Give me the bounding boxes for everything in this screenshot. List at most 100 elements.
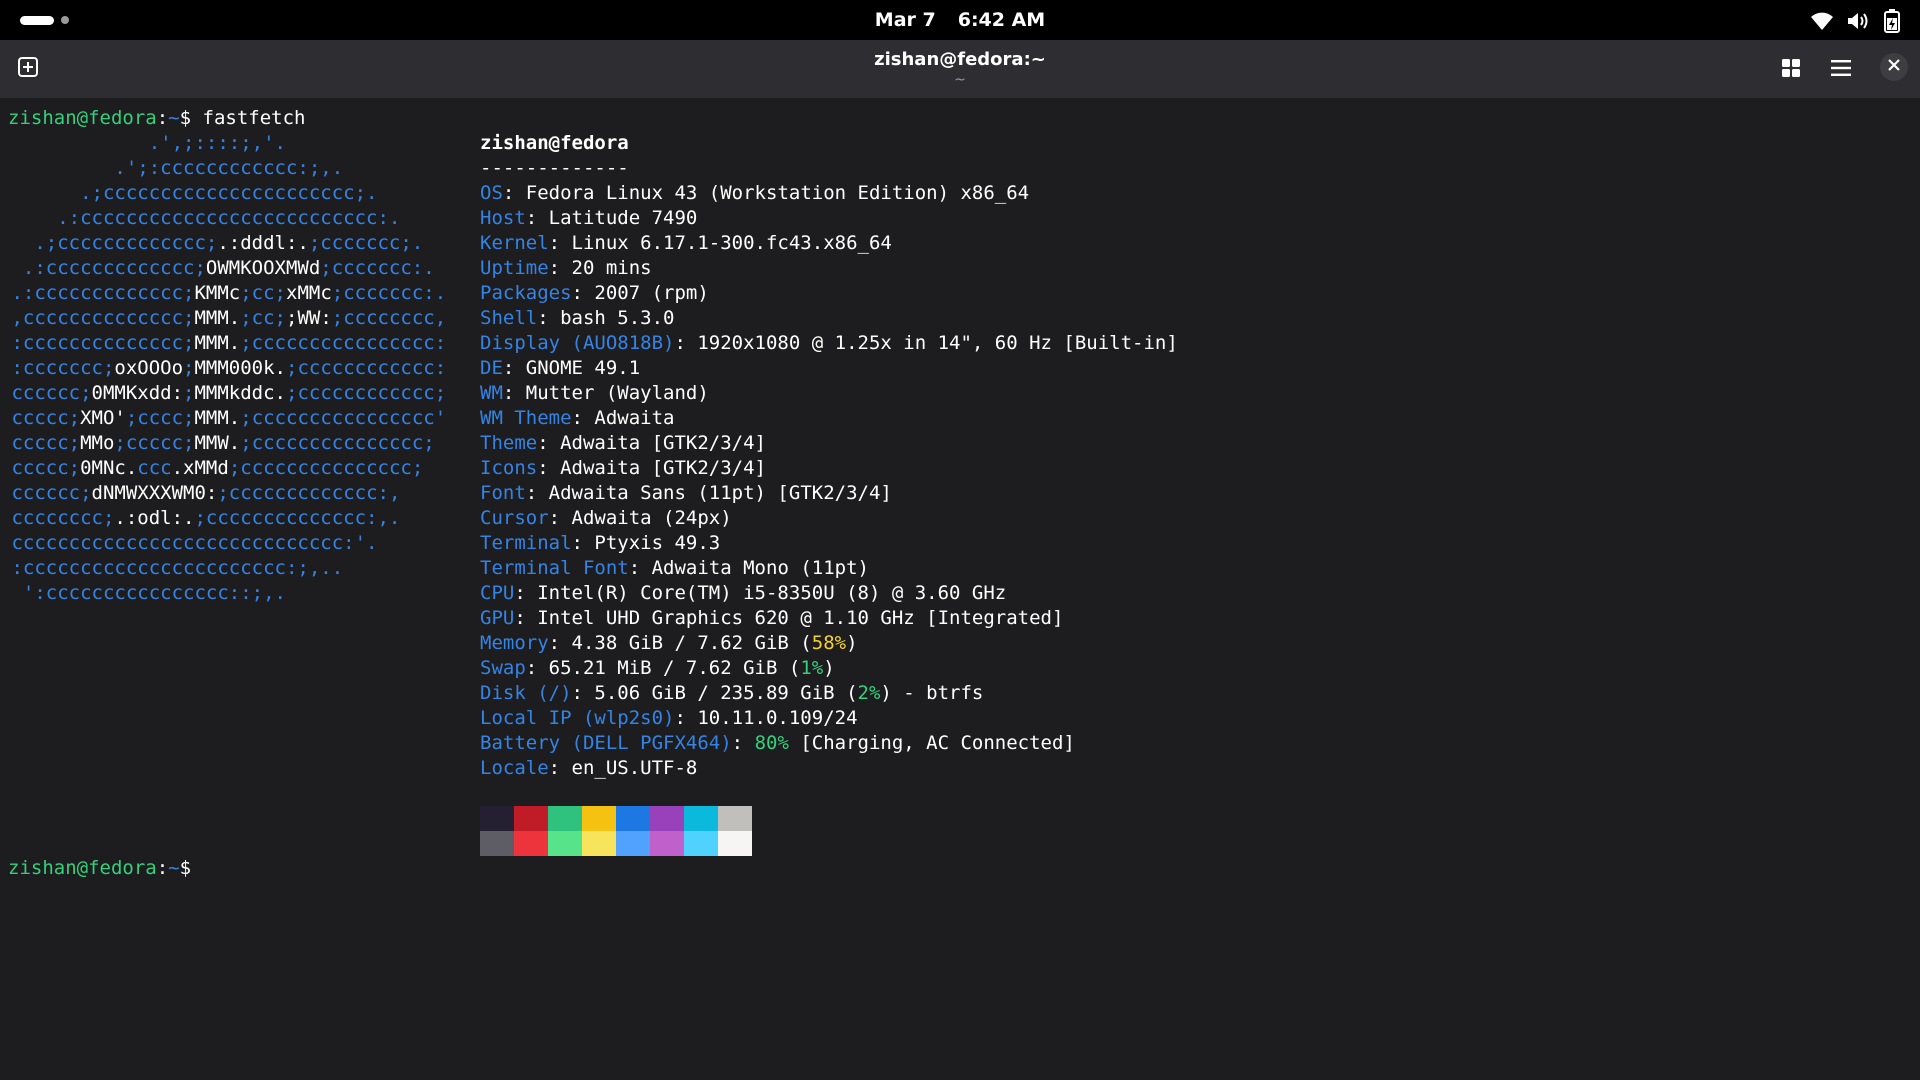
color-swatch <box>582 806 616 831</box>
logo-segment: :ccccccccccccccccccccccc:;,.. <box>0 557 344 579</box>
close-window-button[interactable] <box>1880 53 1908 81</box>
top-bar: Mar 7 6:42 AM <box>0 0 1920 40</box>
info-value: 20 mins <box>571 257 652 279</box>
logo-segment: ;ccccccc;. <box>308 232 424 254</box>
color-swatch <box>480 831 514 856</box>
info-key: Memory <box>480 632 549 654</box>
prompt-char: $ <box>179 857 192 879</box>
info-key: WM Theme <box>480 407 572 429</box>
info-line: Font: Adwaita Sans (11pt) [GTK2/3/4] <box>480 481 892 506</box>
logo-segment: ccccc; <box>0 457 81 479</box>
info-line: WM Theme: Adwaita <box>480 406 674 431</box>
logo-segment: ccccc; <box>0 432 81 454</box>
logo-segment: ;ccccccccccccccc; <box>228 457 424 479</box>
logo-line: .;cccccccccccccccccccccc;. <box>0 181 377 206</box>
info-key: Battery (DELL PGFX464) <box>480 732 732 754</box>
volume-icon <box>1846 10 1870 32</box>
tab-overview-button[interactable] <box>1774 53 1808 87</box>
color-swatch <box>718 831 752 856</box>
info-colon: : <box>628 557 652 579</box>
logo-segment: ;cc; <box>240 307 286 329</box>
info-line: GPU: Intel UHD Graphics 620 @ 1.10 GHz [… <box>480 606 1063 631</box>
info-value: 4.38 GiB / 7.62 GiB ( <box>571 632 812 654</box>
color-swatch <box>582 831 616 856</box>
terminal-view[interactable]: zishan@fedora:~$ fastfetch .',;::::;,'. … <box>0 98 1920 1080</box>
logo-line: ccccc;0MNc.ccc.xMMd;ccccccccccccccc; <box>0 456 423 481</box>
logo-segment: dNMWXXXWM0: <box>91 482 218 504</box>
logo-segment: KMMc <box>194 282 241 304</box>
info-percentage: 80% <box>754 732 789 754</box>
new-tab-button[interactable] <box>12 53 44 85</box>
info-header: zishan@fedora <box>480 132 629 154</box>
logo-segment: ccccc; <box>0 407 81 429</box>
logo-segment: cccccc; <box>0 382 92 404</box>
logo-line: cccccc;0MMKxdd:;MMMkddc.;cccccccccccc; <box>0 381 446 406</box>
info-key: Theme <box>480 432 538 454</box>
info-line: Battery (DELL PGFX464): 80% [Charging, A… <box>480 731 1075 756</box>
color-swatch <box>616 831 650 856</box>
logo-segment: .:dddl:. <box>217 232 309 254</box>
info-value: en_US.UTF-8 <box>571 757 698 779</box>
info-value: 10.11.0.109/24 <box>697 707 858 729</box>
info-colon: : <box>537 307 561 329</box>
color-swatch <box>514 806 548 831</box>
info-value: Mutter (Wayland) <box>525 382 709 404</box>
logo-segment: ,cccccccccccccc; <box>0 307 195 329</box>
prompt-line[interactable]: zishan@fedora:~$ <box>8 856 191 881</box>
color-swatch <box>616 806 650 831</box>
info-percentage: 1% <box>800 657 824 679</box>
logo-line: .';:cccccccccccc:;,. <box>0 156 343 181</box>
info-colon: : <box>548 257 572 279</box>
active-workspace-indicator[interactable] <box>20 16 54 25</box>
info-colon: : <box>571 282 595 304</box>
main-menu-button[interactable] <box>1824 53 1858 87</box>
info-line: Host: Latitude 7490 <box>480 206 697 231</box>
info-key: Locale <box>480 757 549 779</box>
info-value-suffix: ) - btrfs <box>880 682 984 704</box>
command-line: zishan@fedora:~$ fastfetch <box>8 106 305 131</box>
logo-segment: ;cccccccccccccccc' <box>240 407 447 429</box>
logo-segment: ;cccccccccccccccc: <box>240 332 447 354</box>
info-colon: : <box>502 382 526 404</box>
info-line: Kernel: Linux 6.17.1-300.fc43.x86_64 <box>480 231 892 256</box>
info-line: Terminal: Ptyxis 49.3 <box>480 531 720 556</box>
prompt-path: ~ <box>168 857 180 879</box>
info-value: 5.06 GiB / 235.89 GiB ( <box>594 682 858 704</box>
info-key: CPU <box>480 582 515 604</box>
logo-segment: MMo <box>80 432 115 454</box>
info-key: Font <box>480 482 526 504</box>
info-colon: : <box>537 457 561 479</box>
logo-segment: .:cccccccccccccccccccccccccc:. <box>0 207 401 229</box>
logo-segment: OWMKOOXMWd <box>205 257 321 279</box>
terminal-header-bar: zishan@fedora:~ ~ <box>0 40 1920 98</box>
info-key: Shell <box>480 307 538 329</box>
info-colon: : <box>548 632 572 654</box>
info-value-suffix: [Charging, AC Connected] <box>788 732 1075 754</box>
info-colon: : <box>514 607 538 629</box>
info-key: Display (AUO818B) <box>480 332 675 354</box>
color-swatch <box>480 806 514 831</box>
info-key: Disk (/) <box>480 682 572 704</box>
prompt-separator: : <box>156 857 169 879</box>
info-key: GPU <box>480 607 515 629</box>
info-value: Adwaita [GTK2/3/4] <box>560 457 766 479</box>
color-palette-row-bright <box>480 831 752 856</box>
info-line: Locale: en_US.UTF-8 <box>480 756 697 781</box>
info-colon: : <box>525 482 549 504</box>
color-swatch <box>650 806 684 831</box>
info-value: Adwaita Sans (11pt) [GTK2/3/4] <box>548 482 892 504</box>
window-title: zishan@fedora:~ <box>874 49 1046 70</box>
logo-segment: :ccccccc; <box>0 357 115 379</box>
info-colon: : <box>548 507 572 529</box>
system-tray[interactable] <box>1810 8 1902 34</box>
menu-icon <box>1831 59 1851 81</box>
workspace-indicator-dot[interactable] <box>61 16 69 24</box>
wifi-icon <box>1810 10 1834 32</box>
clock[interactable]: Mar 7 6:42 AM <box>0 9 1920 31</box>
logo-segment: ;ccccccc:. <box>320 257 435 279</box>
info-key: Terminal Font <box>480 557 629 579</box>
prompt-separator: : <box>156 107 169 129</box>
color-swatch <box>684 831 718 856</box>
info-key: Host <box>480 207 526 229</box>
info-value: Linux 6.17.1-300.fc43.x86_64 <box>571 232 892 254</box>
